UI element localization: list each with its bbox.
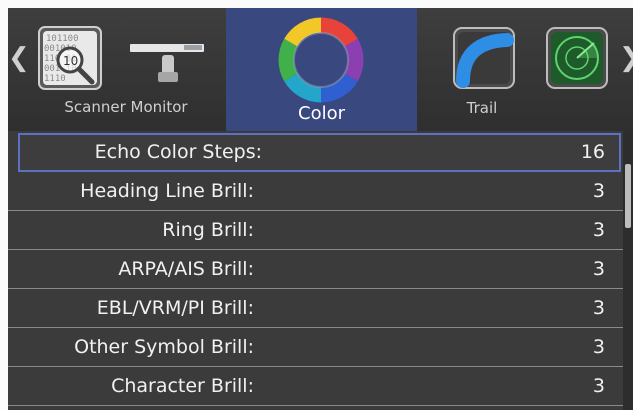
settings-scrollbar[interactable] (623, 131, 633, 410)
setting-value: 3 (592, 219, 605, 241)
setting-row-ring-brill[interactable]: Ring Brill: 3 (8, 211, 623, 250)
scrollbar-thumb[interactable] (625, 164, 631, 228)
setting-value: 3 (592, 297, 605, 319)
tab-color[interactable]: Color (226, 8, 417, 131)
setting-row-echo-color-steps[interactable]: Echo Color Steps: 16 (18, 133, 621, 172)
setting-value: 3 (592, 180, 605, 202)
setting-row-ebl-vrm-pi-brill[interactable]: EBL/VRM/PI Brill: 3 (8, 289, 623, 328)
tab-trail[interactable]: Trail (417, 8, 547, 131)
setting-name: Heading Line Brill: (80, 180, 254, 202)
settings-panel: ❮ 101100 001010 110 01 001 10 1110 10 (8, 8, 633, 410)
setting-row-arpa-ais-brill[interactable]: ARPA/AIS Brill: 3 (8, 250, 623, 289)
setting-value: 16 (580, 141, 605, 163)
setting-name: EBL/VRM/PI Brill: (96, 297, 254, 319)
setting-name: Other Symbol Brill: (74, 336, 254, 358)
svg-text:1110: 1110 (44, 74, 66, 84)
svg-text:10: 10 (63, 54, 78, 68)
tab-label-color: Color (298, 103, 345, 124)
next-tab-arrow[interactable]: ❯ (619, 43, 633, 73)
tab-radar[interactable] (540, 8, 620, 131)
color-wheel-icon (278, 17, 364, 103)
setting-value: 3 (592, 336, 605, 358)
setting-row-character-brill[interactable]: Character Brill: 3 (8, 367, 623, 406)
svg-text:101100: 101100 (46, 34, 79, 44)
previous-tab-arrow[interactable]: ❮ (8, 43, 30, 73)
setting-value: 3 (592, 375, 605, 397)
menu-carousel: ❮ 101100 001010 110 01 001 10 1110 10 (8, 8, 633, 131)
radar-scope-icon (546, 27, 608, 89)
trail-arc-icon (453, 27, 515, 89)
setting-name: Ring Brill: (162, 219, 254, 241)
setting-row-other-symbol-brill[interactable]: Other Symbol Brill: 3 (8, 328, 623, 367)
setting-name: ARPA/AIS Brill: (118, 258, 254, 280)
tab-label-scanner-monitor: Scanner Monitor (64, 98, 188, 116)
setting-row-heading-line-brill[interactable]: Heading Line Brill: 3 (8, 172, 623, 211)
setting-name: Character Brill: (111, 375, 254, 397)
setting-name: Echo Color Steps: (94, 141, 262, 163)
setting-value: 3 (592, 258, 605, 280)
scanner-monitor-icon (130, 42, 204, 86)
tab-label-trail: Trail (466, 99, 498, 117)
binary-magnifier-icon: 101100 001010 110 01 001 10 1110 10 (38, 26, 102, 90)
tab-scanner-monitor[interactable]: 101100 001010 110 01 001 10 1110 10 (26, 8, 226, 131)
